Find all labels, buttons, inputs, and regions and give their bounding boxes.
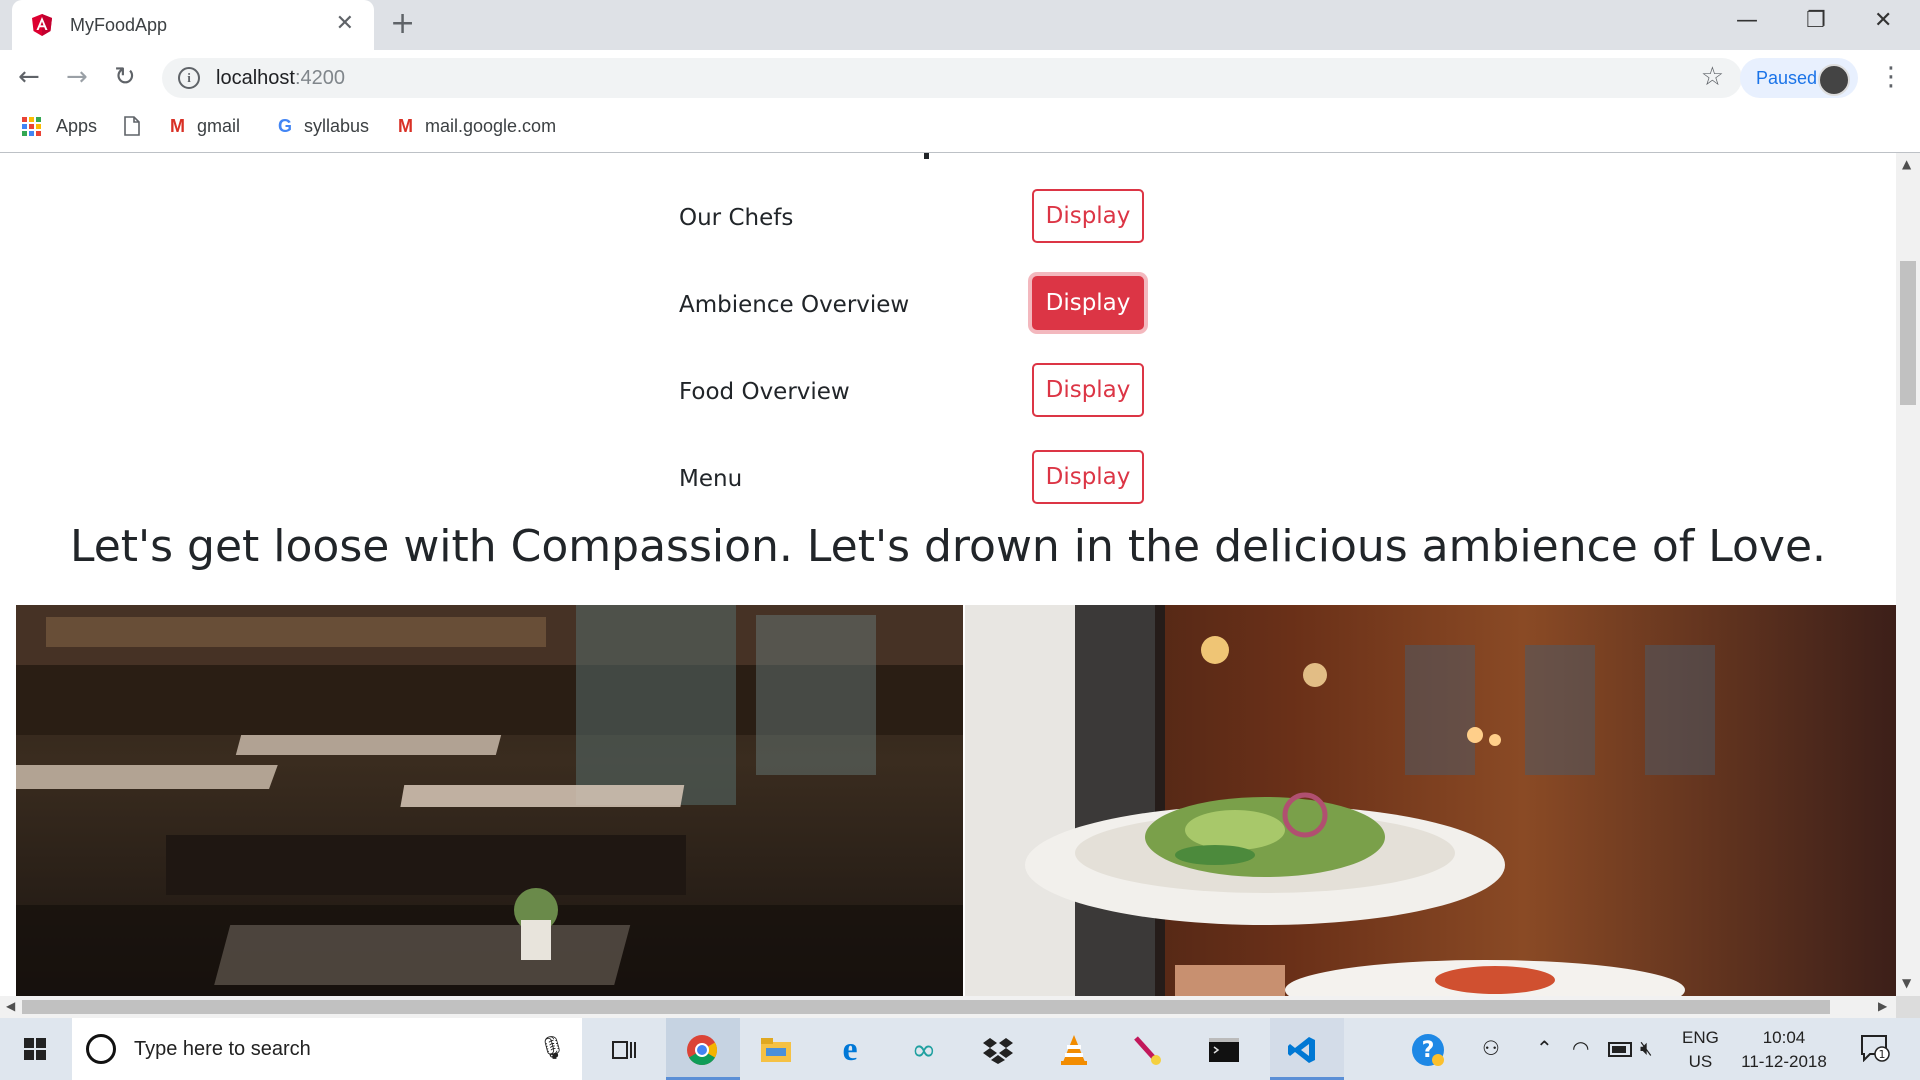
info-icon[interactable]: i: [178, 67, 200, 89]
browser-toolbar: ← → ↻ i localhost:4200 ☆ Paused ⋮: [0, 50, 1920, 106]
scrollbar-corner: [1896, 996, 1920, 1018]
display-button-our-chefs[interactable]: Display: [1032, 189, 1144, 243]
speaker-muted-icon[interactable]: 🔇︎: [1640, 1036, 1653, 1060]
wifi-icon[interactable]: ◠: [1572, 1036, 1589, 1060]
window-close-icon[interactable]: ✕: [1874, 8, 1892, 33]
reload-icon[interactable]: ↻: [114, 62, 136, 92]
microphone-icon[interactable]: 🎙: [538, 1036, 566, 1061]
vscode-icon[interactable]: [1282, 1030, 1322, 1070]
bookmark-star-icon[interactable]: ☆: [1701, 62, 1724, 92]
menu-kebab-icon[interactable]: ⋮: [1878, 62, 1904, 92]
bookmark-syllabus[interactable]: G syllabus: [278, 116, 369, 137]
chrome-icon[interactable]: [682, 1030, 722, 1070]
apps-grid-icon: [22, 116, 42, 137]
bookmark-gmail[interactable]: M gmail: [170, 116, 240, 137]
cortana-icon: [86, 1034, 116, 1064]
gmail-icon: M: [170, 116, 185, 136]
paint-icon[interactable]: [1128, 1030, 1168, 1070]
new-tab-icon[interactable]: +: [390, 9, 415, 39]
bookmark-document[interactable]: [124, 116, 140, 136]
horizontal-scroll-thumb[interactable]: [22, 1000, 1830, 1014]
vlc-icon[interactable]: [1054, 1030, 1094, 1070]
help-icon[interactable]: ?: [1408, 1030, 1448, 1070]
notification-center-icon[interactable]: 1: [1860, 1034, 1890, 1068]
windows-start-icon[interactable]: [24, 1038, 46, 1060]
google-icon: G: [278, 116, 293, 136]
back-arrow-icon[interactable]: ←: [18, 62, 40, 92]
bookmark-mail-google[interactable]: M mail.google.com: [398, 116, 556, 137]
url-text[interactable]: localhost:4200: [216, 67, 345, 90]
taskbar-search-box[interactable]: Type here to search 🎙: [72, 1018, 582, 1080]
page-viewport: Our Chefs Display Ambience Overview Disp…: [0, 153, 1896, 996]
bookmarks-bar: Apps M gmail G syllabus M mail.google.co…: [0, 106, 1920, 153]
minimize-icon[interactable]: —: [1736, 8, 1758, 33]
scroll-down-arrow-icon[interactable]: ▼: [1902, 976, 1911, 990]
row-label-menu: Menu: [679, 466, 743, 492]
windows-taskbar: Type here to search 🎙 e ∞ ? ⚇ ⌃ ◠ 🔇︎ ENG…: [0, 1018, 1920, 1080]
angular-icon: [32, 14, 52, 36]
scroll-left-arrow-icon[interactable]: ◀: [6, 999, 15, 1013]
tab-title: MyFoodApp: [70, 14, 168, 35]
bookmark-label: Apps: [56, 116, 98, 136]
edge-icon[interactable]: e: [830, 1030, 870, 1070]
people-icon[interactable]: ⚇: [1482, 1036, 1500, 1060]
row-label-food-overview: Food Overview: [679, 379, 850, 405]
vertical-scroll-thumb[interactable]: [1900, 261, 1916, 405]
notification-count: 1: [1879, 1048, 1886, 1061]
horizontal-scrollbar[interactable]: ◀ ▶: [0, 996, 1896, 1018]
restaurant-interior-photo: [16, 605, 963, 996]
forward-arrow-icon[interactable]: →: [66, 62, 88, 92]
vertical-scrollbar[interactable]: ▲ ▼: [1896, 153, 1920, 996]
chevron-up-icon[interactable]: ⌃: [1536, 1036, 1553, 1060]
document-icon: [124, 116, 140, 136]
battery-icon[interactable]: [1608, 1042, 1632, 1057]
task-view-icon[interactable]: [604, 1030, 644, 1070]
file-explorer-icon[interactable]: [756, 1030, 796, 1070]
clock-time: 10:04: [1762, 1028, 1806, 1047]
profile-button[interactable]: Paused: [1740, 58, 1858, 98]
avatar: [1818, 64, 1850, 96]
display-button-ambience-overview[interactable]: Display: [1032, 276, 1144, 330]
tagline-heading: Let's get loose with Compassion. Let's d…: [69, 521, 1827, 572]
language-indicator[interactable]: ENG US: [1682, 1026, 1719, 1074]
clock-date: 11-12-2018: [1741, 1052, 1827, 1071]
terminal-icon[interactable]: [1204, 1030, 1244, 1070]
browser-tab[interactable]: MyFoodApp ✕: [12, 0, 374, 50]
display-button-food-overview[interactable]: Display: [1032, 363, 1144, 417]
arduino-icon[interactable]: ∞: [904, 1030, 944, 1070]
search-placeholder: Type here to search: [134, 1037, 311, 1060]
cropped-glyph: [924, 153, 929, 159]
display-button-menu[interactable]: Display: [1032, 450, 1144, 504]
bookmark-label: gmail: [197, 116, 241, 136]
bookmark-label: mail.google.com: [425, 116, 557, 136]
restore-icon[interactable]: ❐: [1806, 8, 1826, 33]
clock[interactable]: 10:04 11-12-2018: [1736, 1026, 1832, 1074]
profile-status-label: Paused: [1756, 67, 1818, 88]
tab-strip: MyFoodApp ✕ + — ❐ ✕: [0, 0, 1920, 50]
scroll-right-arrow-icon[interactable]: ▶: [1878, 999, 1887, 1013]
tab-close-icon[interactable]: ✕: [336, 12, 354, 36]
dropbox-icon[interactable]: [978, 1030, 1018, 1070]
row-label-ambience-overview: Ambience Overview: [679, 292, 910, 318]
bookmark-label: syllabus: [304, 116, 370, 136]
waiter-salad-photo: [965, 605, 1896, 996]
gmail-icon: M: [398, 116, 413, 136]
address-bar[interactable]: i localhost:4200 ☆: [162, 58, 1742, 98]
scroll-up-arrow-icon[interactable]: ▲: [1902, 157, 1911, 171]
bookmark-apps[interactable]: Apps: [22, 116, 97, 137]
row-label-our-chefs: Our Chefs: [679, 205, 794, 231]
